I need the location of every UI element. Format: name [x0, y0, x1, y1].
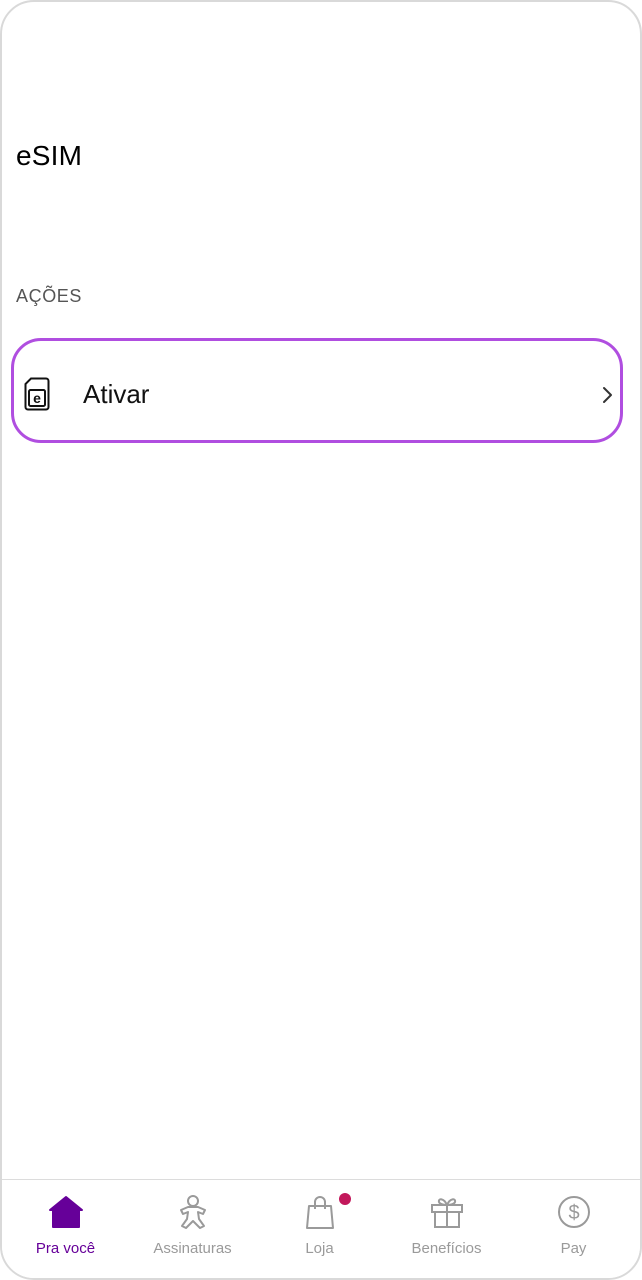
tab-loja[interactable]: Loja	[256, 1180, 383, 1278]
svg-text:$: $	[568, 1202, 579, 1224]
tab-label: Assinaturas	[153, 1240, 232, 1257]
home-icon	[46, 1192, 86, 1232]
action-row-label: Ativar	[83, 379, 150, 409]
svg-text:e: e	[33, 390, 41, 406]
bottom-tab-bar: Pra você Assinaturas Loja Benefícios $ P…	[2, 1179, 640, 1278]
tab-label: Benefícios	[411, 1240, 482, 1257]
shopping-bag-icon	[300, 1192, 340, 1232]
gingerbread-figure-icon	[173, 1192, 213, 1232]
tab-beneficios[interactable]: Benefícios	[383, 1180, 510, 1278]
notification-badge	[339, 1193, 351, 1205]
tab-label: Pra você	[35, 1240, 96, 1257]
tab-label: Pay	[560, 1240, 587, 1257]
tab-assinaturas[interactable]: Assinaturas	[129, 1180, 256, 1278]
screen-frame: eSIM AÇÕES e Ativar Pra você Assinaturas…	[0, 0, 642, 1280]
tab-pay[interactable]: $ Pay	[510, 1180, 637, 1278]
tab-pra-voce[interactable]: Pra você	[2, 1180, 129, 1278]
esim-card-icon: e	[24, 377, 50, 411]
dollar-coin-icon: $	[554, 1192, 594, 1232]
gift-icon	[427, 1192, 467, 1232]
tab-label: Loja	[305, 1240, 334, 1257]
action-row-ativar[interactable]: e Ativar	[11, 338, 623, 443]
chevron-right-icon	[600, 385, 614, 405]
page-title: eSIM	[16, 140, 83, 171]
section-label: AÇÕES	[16, 286, 83, 306]
